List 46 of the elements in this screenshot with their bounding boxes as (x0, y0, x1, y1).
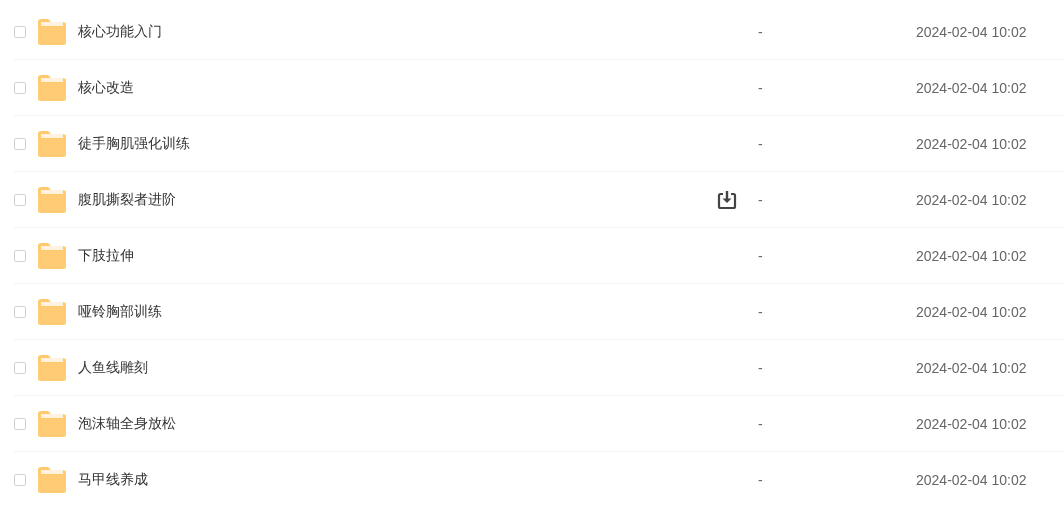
folder-name[interactable]: 下肢拉伸 (78, 246, 716, 265)
checkbox[interactable] (14, 25, 26, 38)
modified-date: 2024-02-04 10:02 (916, 135, 1028, 152)
modified-date: 2024-02-04 10:02 (916, 23, 1028, 40)
file-size: - (758, 135, 764, 152)
folder-icon (38, 74, 66, 101)
folder-name[interactable]: 人鱼线雕刻 (78, 358, 716, 377)
file-size: - (758, 191, 764, 208)
file-size: - (758, 23, 764, 40)
modified-date: 2024-02-04 10:02 (916, 415, 1028, 432)
folder-name[interactable]: 腹肌撕裂者进阶 (78, 190, 716, 209)
file-size: - (758, 359, 764, 376)
folder-icon (38, 130, 66, 157)
modified-date: 2024-02-04 10:02 (916, 247, 1028, 264)
folder-icon (38, 410, 66, 437)
checkbox[interactable] (14, 305, 26, 318)
checkbox[interactable] (14, 81, 26, 94)
modified-date: 2024-02-04 10:02 (916, 471, 1028, 488)
modified-date: 2024-02-04 10:02 (916, 79, 1028, 96)
modified-date: 2024-02-04 10:02 (916, 359, 1028, 376)
checkbox[interactable] (14, 473, 26, 486)
folder-name[interactable]: 核心改造 (78, 78, 716, 97)
folder-icon (38, 354, 66, 381)
checkbox[interactable] (14, 361, 26, 374)
folder-icon (38, 466, 66, 493)
checkbox[interactable] (14, 193, 26, 206)
file-size: - (758, 303, 764, 320)
modified-date: 2024-02-04 10:02 (916, 191, 1028, 208)
checkbox[interactable] (14, 417, 26, 430)
file-size: - (758, 415, 764, 432)
file-size: - (758, 79, 764, 96)
folder-icon (38, 242, 66, 269)
folder-name[interactable]: 泡沫轴全身放松 (78, 414, 716, 433)
checkbox[interactable] (14, 249, 26, 262)
folder-name[interactable]: 徒手胸肌强化训练 (78, 134, 716, 153)
file-size: - (758, 471, 764, 488)
folder-name[interactable]: 马甲线养成 (78, 470, 716, 489)
folder-name[interactable]: 哑铃胸部训练 (78, 302, 716, 321)
checkbox[interactable] (14, 137, 26, 150)
folder-icon (38, 186, 66, 213)
folder-icon (38, 18, 66, 45)
folder-name[interactable]: 核心功能入门 (78, 22, 716, 41)
download-icon[interactable] (716, 188, 738, 211)
folder-icon (38, 298, 66, 325)
modified-date: 2024-02-04 10:02 (916, 303, 1028, 320)
file-size: - (758, 247, 764, 264)
